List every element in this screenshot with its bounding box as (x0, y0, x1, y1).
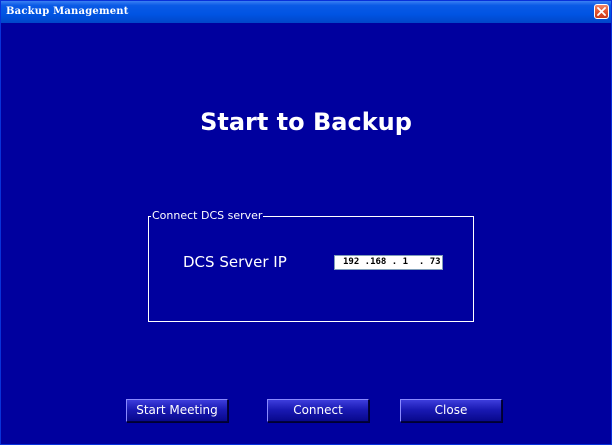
title-bar[interactable]: Backup Management (1, 1, 611, 23)
dcs-server-ip-input[interactable]: 192 .168 . 1 . 73 (334, 255, 443, 270)
start-meeting-button[interactable]: Start Meeting (126, 399, 228, 422)
dcs-server-ip-label: DCS Server IP (183, 253, 287, 271)
backup-management-window: Backup Management Start to Backup Connec… (0, 0, 612, 445)
page-heading: Start to Backup (200, 108, 412, 136)
connect-button[interactable]: Connect (267, 399, 369, 422)
close-window-button[interactable] (594, 4, 609, 19)
group-legend: Connect DCS server (151, 209, 264, 223)
close-button[interactable]: Close (400, 399, 502, 422)
close-x-icon (597, 7, 606, 16)
window-title: Backup Management (6, 6, 129, 17)
